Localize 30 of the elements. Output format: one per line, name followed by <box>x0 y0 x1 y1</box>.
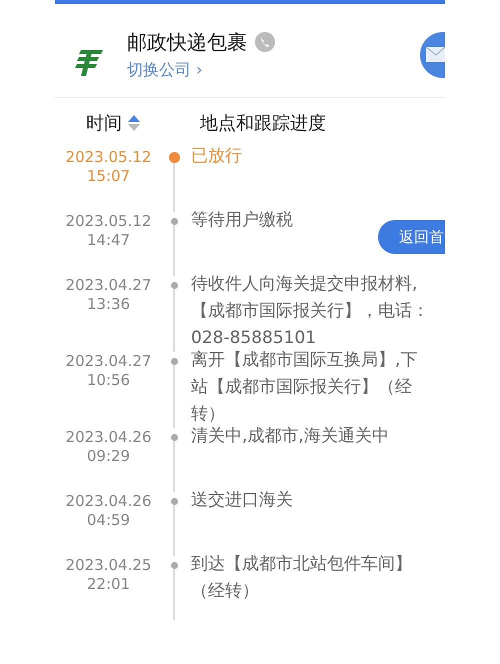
mail-icon[interactable] <box>420 32 445 78</box>
event-time: 09:29 <box>86 447 130 466</box>
event-time: 14:47 <box>86 231 130 250</box>
phone-icon[interactable] <box>255 32 275 52</box>
logo-icon <box>75 48 105 76</box>
event-date: 2023.04.27 <box>66 276 152 295</box>
event-date: 2023.04.27 <box>66 352 152 371</box>
event-date: 2023.04.25 <box>66 556 152 575</box>
event-description: 已放行 <box>191 145 242 168</box>
event-time: 15:07 <box>86 167 130 186</box>
event-date: 2023.04.26 <box>66 428 152 447</box>
event-description: 待收件人向海关提交申报材料, 【成都市国际报关行】，电话： 028-85885101 <box>191 273 429 350</box>
event-date: 2023.04.26 <box>66 492 152 511</box>
event-description: 送交进口海关 <box>191 489 293 512</box>
event-description: 离开【成都市国际互换局】,下 站【成都市国际报关行】（经 转） <box>191 349 418 426</box>
switch-company-link[interactable]: 切换公司 › <box>127 60 275 80</box>
back-home-button[interactable]: 返回首 <box>378 220 445 254</box>
event-date: 2023.05.12 <box>66 148 152 167</box>
event-time: 10:56 <box>86 371 130 390</box>
progress-column-header: 地点和跟踪进度 <box>200 112 326 135</box>
event-description: 到达【成都市北站包件车间】 （经转） <box>191 553 412 603</box>
event-description: 清关中,成都市,海关通关中 <box>191 425 389 448</box>
sort-icon[interactable] <box>128 113 140 133</box>
carrier-name: 邮政快递包裹 <box>127 28 247 56</box>
event-time: 13:36 <box>86 295 130 314</box>
event-date: 2023.05.12 <box>66 212 152 231</box>
time-column-header: 时间 <box>86 112 122 135</box>
event-time: 22:01 <box>86 575 130 594</box>
event-description: 等待用户缴税 <box>191 209 293 232</box>
event-time: 04:59 <box>86 511 130 530</box>
